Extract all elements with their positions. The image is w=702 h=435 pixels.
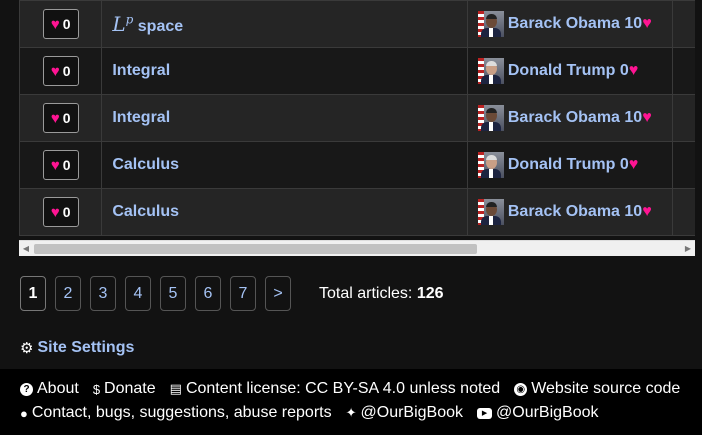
like-count: 0 xyxy=(62,16,71,32)
horizontal-scrollbar[interactable]: ◀ ▶ xyxy=(19,240,695,256)
heart-icon: ♥ xyxy=(642,15,652,32)
article-title-link[interactable]: Integral xyxy=(112,109,170,126)
author-score: 10 xyxy=(624,203,643,220)
author-score: 10 xyxy=(624,15,643,32)
author-name: Barack Obama xyxy=(507,15,620,32)
heart-icon: ♥ xyxy=(628,62,639,79)
like-count: 0 xyxy=(62,204,71,220)
footer: ? About $ Donate ▤ Content license: CC B… xyxy=(0,369,702,435)
page-button-4[interactable]: 4 xyxy=(125,276,151,311)
barack-obama-avatar xyxy=(477,199,504,225)
donald-trump-avatar xyxy=(477,58,504,84)
total-articles-count: 126 xyxy=(416,284,444,302)
table-row: ♥ 0 Lp space Barack Obama 10♥ xyxy=(19,0,695,48)
scroll-left-icon[interactable]: ◀ xyxy=(19,241,33,256)
author-name: Donald Trump xyxy=(507,62,616,79)
content-license-link[interactable]: ▤ Content license: CC BY-SA 4.0 unless n… xyxy=(170,380,501,398)
author-link[interactable]: Barack Obama 10♥ xyxy=(477,199,672,225)
like-button[interactable]: ♥ 0 xyxy=(42,150,79,180)
author-score: 0 xyxy=(619,156,629,173)
author-link[interactable]: Barack Obama 10♥ xyxy=(477,105,672,131)
gear-icon: ⚙ xyxy=(20,340,34,357)
author-link[interactable]: Donald Trump 0♥ xyxy=(477,152,672,178)
table-row: ♥ 0 Integral Barack Obama 10♥ xyxy=(19,94,695,142)
heart-icon: ♥ xyxy=(50,15,60,33)
page-button-6[interactable]: 6 xyxy=(195,276,221,311)
page-button-5[interactable]: 5 xyxy=(160,276,186,311)
github-icon: ◉ xyxy=(514,382,528,396)
youtube-link[interactable]: ▶ @OurBigBook xyxy=(477,404,599,422)
author-name: Barack Obama xyxy=(507,109,620,126)
math-formula: Lp xyxy=(112,12,134,36)
like-button[interactable]: ♥ 0 xyxy=(42,9,79,39)
about-link[interactable]: ? About xyxy=(20,380,79,398)
source-code-link[interactable]: ◉ Website source code xyxy=(514,380,680,398)
author-name: Barack Obama xyxy=(507,203,620,220)
page-button-2[interactable]: 2 xyxy=(55,276,81,311)
like-button[interactable]: ♥ 0 xyxy=(42,103,79,133)
heart-icon: ♥ xyxy=(50,109,60,127)
heart-icon: ♥ xyxy=(628,156,639,173)
like-button[interactable]: ♥ 0 xyxy=(42,197,79,227)
table-row: ♥ 0 Integral Donald Trump 0♥ xyxy=(19,47,695,95)
article-title-text: space xyxy=(137,18,184,35)
author-name: Donald Trump xyxy=(507,156,616,173)
author-link[interactable]: Donald Trump 0♥ xyxy=(477,58,672,84)
table-row: ♥ 0 Calculus Barack Obama 10♥ xyxy=(19,188,695,236)
heart-icon: ♥ xyxy=(642,109,652,126)
total-articles: Total articles: 126 xyxy=(319,284,444,302)
page-button-3[interactable]: 3 xyxy=(90,276,116,311)
donate-link[interactable]: $ Donate xyxy=(93,380,156,398)
question-icon: ? xyxy=(20,382,33,396)
donald-trump-avatar xyxy=(477,152,504,178)
heart-icon: ♥ xyxy=(50,203,60,221)
heart-icon: ♥ xyxy=(50,156,60,174)
document-icon: ▤ xyxy=(169,381,182,396)
article-title-link[interactable]: Lp space xyxy=(112,12,184,36)
site-settings-label: Site Settings xyxy=(37,339,135,356)
like-button[interactable]: ♥ 0 xyxy=(42,56,79,86)
like-count: 0 xyxy=(62,110,71,126)
page-button-1[interactable]: 1 xyxy=(20,276,46,311)
author-score: 0 xyxy=(619,62,629,79)
heart-icon: ♥ xyxy=(642,203,652,220)
author-link[interactable]: Barack Obama 10♥ xyxy=(477,11,672,37)
chat-bubble-icon: ● xyxy=(20,405,28,421)
scroll-right-icon[interactable]: ▶ xyxy=(681,241,695,256)
barack-obama-avatar xyxy=(477,11,504,37)
page-button-7[interactable]: 7 xyxy=(230,276,256,311)
article-title-link[interactable]: Integral xyxy=(112,62,170,79)
like-count: 0 xyxy=(62,63,71,79)
article-title-link[interactable]: Calculus xyxy=(112,203,179,220)
youtube-icon: ▶ xyxy=(477,407,493,419)
pagination: 1 2 3 4 5 6 7 > Total articles: 126 xyxy=(20,276,444,311)
barack-obama-avatar xyxy=(477,105,504,131)
dollar-icon: $ xyxy=(92,381,101,397)
table-row: ♥ 0 Calculus Donald Trump 0♥ xyxy=(19,141,695,189)
article-title-link[interactable]: Calculus xyxy=(112,156,179,173)
articles-table-container: ♥ 0 Lp space Barack Obama 10♥ ♥ 0 Integr… xyxy=(19,0,695,256)
articles-table: ♥ 0 Lp space Barack Obama 10♥ ♥ 0 Integr… xyxy=(19,0,695,236)
heart-icon: ♥ xyxy=(50,62,60,80)
twitter-link[interactable]: ✦ @OurBigBook xyxy=(346,404,463,422)
scrollbar-thumb[interactable] xyxy=(34,244,477,254)
site-settings-link[interactable]: ⚙ Site Settings xyxy=(20,339,134,357)
author-score: 10 xyxy=(624,109,643,126)
contact-link[interactable]: ● Contact, bugs, suggestions, abuse repo… xyxy=(20,404,332,422)
next-page-button[interactable]: > xyxy=(265,276,291,311)
twitter-icon: ✦ xyxy=(345,405,357,420)
like-count: 0 xyxy=(62,157,71,173)
